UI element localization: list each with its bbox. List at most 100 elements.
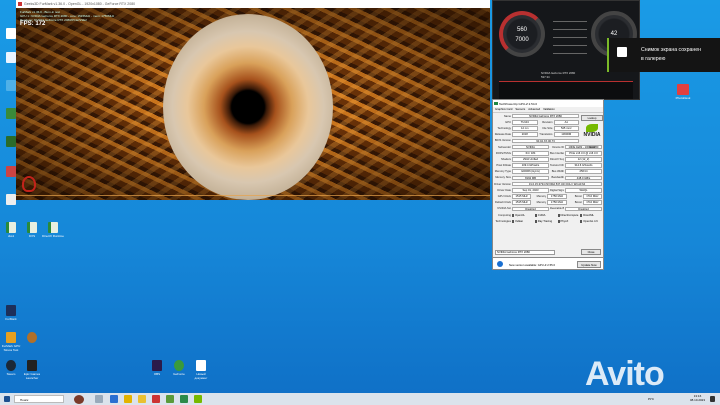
steam-icon[interactable]: Steam (0, 360, 22, 376)
file-label: DirectX Runtime (42, 234, 64, 238)
fan-speed-slider[interactable] (553, 53, 587, 54)
furmark-taskbar-icon[interactable] (152, 395, 160, 403)
field-label: Shaders (500, 157, 511, 161)
feature-checkbox[interactable]: CUDA (534, 213, 557, 217)
tab-advanced[interactable]: Advanced (528, 108, 540, 111)
geforce-icon[interactable]: GeForce (168, 360, 190, 376)
field-label: Die Size (542, 126, 553, 130)
uefi-checkbox[interactable]: UEFI (589, 146, 595, 149)
gpuz-taskbar-icon[interactable] (166, 395, 174, 403)
epic-games-icon[interactable]: Epic Games Launcher (21, 360, 43, 380)
screenshot-saved-notification[interactable]: Снимок экрана сохранен в галерею (607, 38, 720, 72)
field-label: Computing (498, 213, 511, 217)
desktop-file-icon[interactable]: dxs1 (0, 222, 22, 238)
field-value: 13600M (553, 132, 579, 137)
feature-checkbox[interactable]: DirectCompute (557, 213, 580, 217)
task-view-icon[interactable] (95, 395, 103, 403)
field-value: 8192 MB (512, 175, 549, 181)
memory-clock-slider[interactable] (553, 45, 587, 46)
field-value: 256 bit (565, 169, 602, 175)
core-voltage-slider[interactable] (553, 21, 587, 22)
feature-checkbox[interactable]: DirectML (580, 213, 602, 217)
close-button[interactable]: Close (581, 249, 601, 255)
window-title: Geeks3D FurMark v1.36.0 - OpenGL - 1920x… (24, 2, 136, 6)
monitoring-graph (499, 81, 633, 99)
furmark-title-bar[interactable]: Geeks3D FurMark v1.36.0 - OpenGL - 1920x… (16, 0, 490, 8)
desktop-file-icon[interactable]: DXS (21, 222, 43, 238)
field-value: 90.04.XX.00.73 (512, 138, 579, 144)
desktop-file-icon[interactable]: DirectX Runtime (42, 222, 64, 238)
temperature-value: 42 (610, 31, 618, 37)
tab-graphics-card[interactable]: Graphics Card (495, 108, 512, 111)
furmark-icon[interactable]: FurMark (0, 305, 22, 321)
field-value: A1 (553, 119, 579, 125)
info-icon (497, 261, 503, 267)
fps-counter: FPS: 172 (20, 21, 46, 27)
core-clock-slider[interactable] (553, 37, 587, 38)
field-value: 1710 MHz (582, 200, 602, 206)
field-value: 12 (12_2) (565, 157, 602, 162)
field-value: WHQL (565, 188, 602, 193)
cortana-icon[interactable] (74, 395, 84, 404)
field-label: Release Date (494, 133, 511, 137)
field-value: 2944 Unified (512, 157, 549, 162)
field-value: 1750 MHz (547, 200, 567, 206)
field-label: Driver Date (497, 188, 511, 192)
icon-label: OBS (153, 372, 161, 376)
feature-checkbox[interactable]: OpenCL (512, 213, 534, 217)
search-box[interactable]: Поиск (14, 395, 64, 403)
field-label: NVIDIA SLI (497, 207, 511, 211)
notifications-icon[interactable] (710, 396, 715, 402)
furmark-app-icon (18, 2, 22, 6)
feature-checkbox[interactable]: OpenGL 4.6 (580, 219, 602, 223)
furmark-osd: FurMark v1.36.0 - Burn-in test GPU 1: NV… (20, 10, 114, 27)
mem-clock-value: 7000 (515, 37, 529, 43)
start-button[interactable] (4, 396, 10, 402)
update-available-bar: New version available: GPU-Z 2.55.0 Upda… (492, 257, 604, 270)
yandex-icon[interactable] (124, 395, 132, 403)
language-indicator[interactable]: РУС (648, 397, 654, 401)
feature-checkbox[interactable]: Ray Tracing (534, 219, 557, 223)
field-value: 448.0 GB/s (565, 175, 602, 181)
clock[interactable]: 13:16 08.10.2023 (690, 394, 705, 402)
update-now-button[interactable]: Update Now (577, 261, 601, 268)
furmark-window[interactable]: Geeks3D FurMark v1.36.0 - OpenGL - 1920x… (16, 0, 490, 200)
clapperboard-icon (617, 47, 627, 57)
field-label: Texture Fillrate (550, 164, 564, 168)
notification-line2: в галерею (641, 56, 666, 62)
feature-checkbox[interactable]: PhysX (557, 219, 580, 223)
field-value: 1515 MHz (512, 194, 532, 199)
field-value: NVIDIA (512, 144, 549, 150)
field-label: Bus Interface (550, 151, 564, 155)
donut-icon[interactable] (21, 332, 43, 344)
field-label: Resizable BAR (550, 207, 564, 211)
gpuz-title-bar[interactable]: TechPowerUp GPU-Z 2.54.0 (493, 100, 603, 107)
tab-validation[interactable]: Validation (543, 108, 555, 111)
field-value: 545 mm² (553, 126, 579, 131)
field-label: BIOS Version (494, 139, 511, 143)
lookup-button[interactable]: Lookup (581, 115, 603, 121)
field-label: Pixel Fillrate (496, 164, 511, 168)
photo-app-icon[interactable]: PhotoDesk (672, 84, 694, 100)
feature-checkbox[interactable]: Vulkan (512, 219, 534, 223)
taskbar-app-icon[interactable] (110, 395, 118, 403)
field-label: Boost (574, 195, 582, 199)
nvidia-taskbar-icon[interactable] (194, 395, 202, 403)
gpu-select-dropdown[interactable]: NVIDIA GeForce RTX 2080 (495, 250, 555, 255)
explorer-icon[interactable] (138, 395, 146, 403)
power-limit-slider[interactable] (553, 29, 587, 30)
gpuz-window[interactable]: TechPowerUp GPU-Z 2.54.0 Graphics Card S… (492, 99, 604, 258)
icon-label: Epic Games Launcher (23, 372, 41, 380)
field-label: Technology (497, 126, 511, 130)
field-value: TU104 (512, 119, 538, 125)
field-label: Device ID (552, 145, 564, 149)
geforce-taskbar-icon[interactable] (180, 395, 188, 403)
update-message: New version available: GPU-Z 2.55.0 (509, 263, 556, 267)
search-placeholder: Поиск (20, 398, 29, 402)
obs-icon[interactable]: OBS (146, 360, 168, 376)
tab-sensors[interactable]: Sensors (515, 108, 525, 111)
field-value: 2018 (512, 132, 538, 137)
document-icon[interactable]: Новый документ (190, 360, 212, 380)
furmark-logo-icon (22, 176, 36, 192)
furmark-stress-icon[interactable]: FurMark GPU Stress Test (0, 332, 22, 352)
